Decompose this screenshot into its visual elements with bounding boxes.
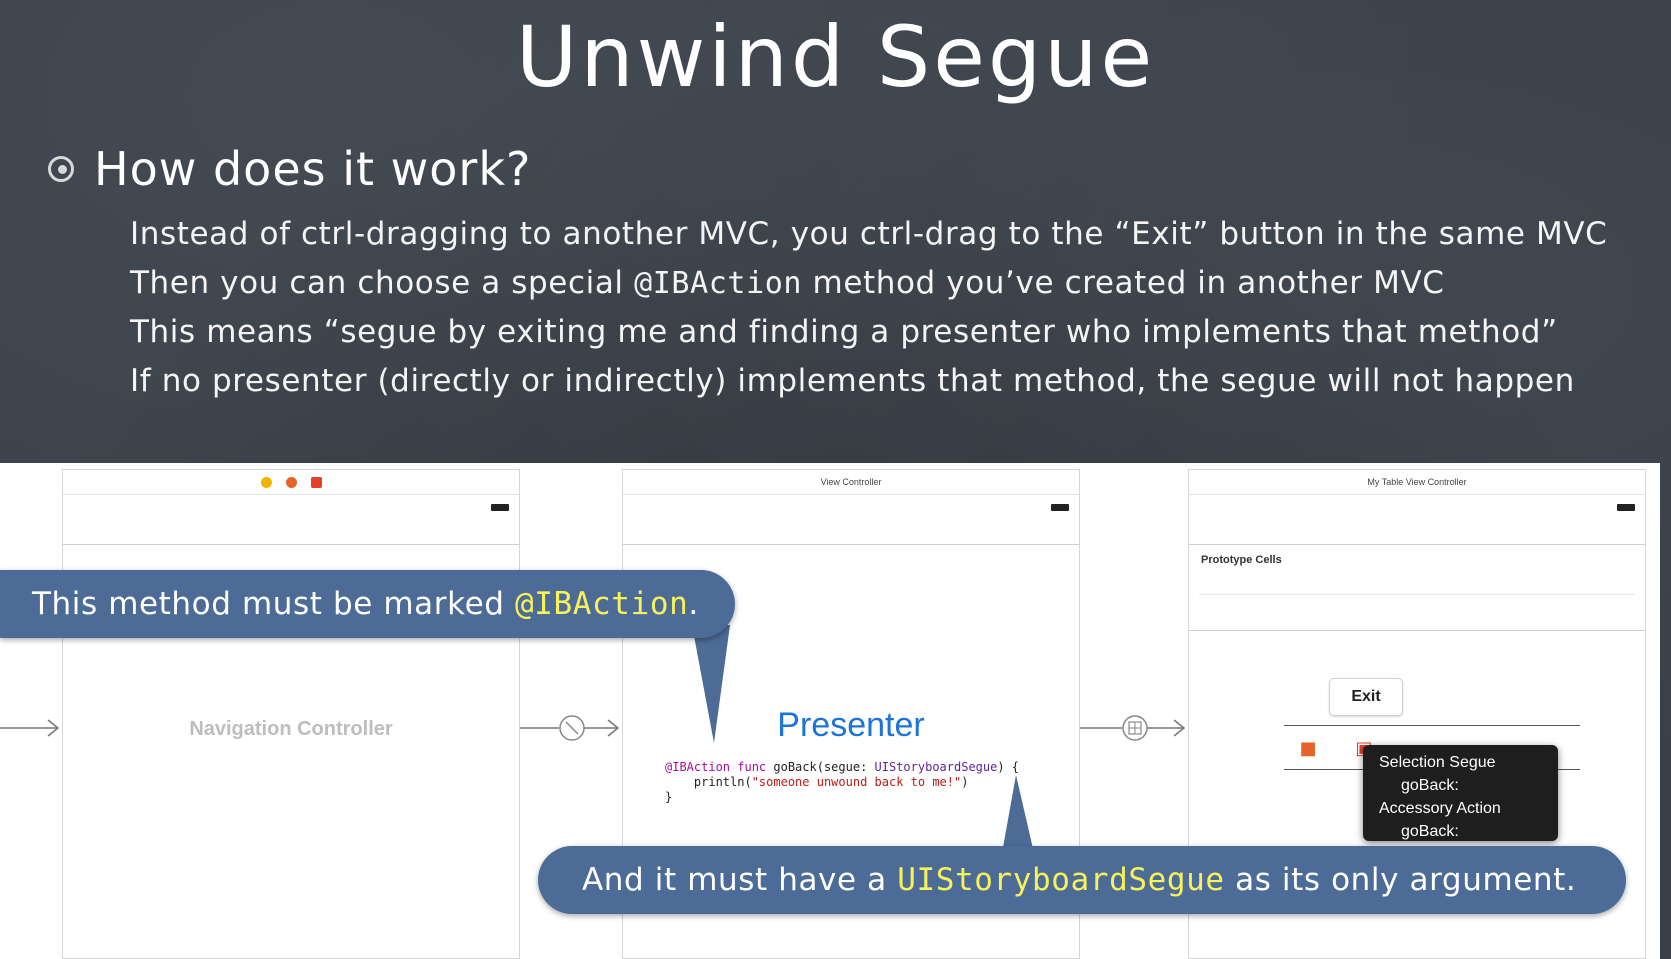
code-type: UIStoryboardSegue [874, 760, 998, 774]
code-brace: ) { [997, 760, 1020, 774]
point-4: If no presenter (directly or indirectly)… [130, 363, 1575, 399]
navigation-bar [1189, 494, 1645, 545]
callout-bottom-before: And it must have a [582, 862, 898, 898]
battery-icon [491, 504, 509, 511]
popup-item-goback-selection[interactable]: goBack: [1363, 774, 1558, 797]
object-icon[interactable] [285, 476, 297, 488]
prototype-cell-divider [1199, 594, 1635, 595]
slide-heading: How does it work? [94, 142, 532, 196]
popup-item-goback-accessory[interactable]: goBack: [1363, 820, 1558, 843]
view-controller-header[interactable]: View Controller [623, 470, 1079, 495]
code-signature: goBack(segue: [766, 760, 875, 774]
prototype-cells-label: Prototype Cells [1201, 554, 1282, 566]
table-divider [1189, 630, 1645, 631]
code-close-brace: } [665, 790, 673, 804]
popup-section-selection-segue: Selection Segue [1379, 754, 1496, 771]
callout-top-after: . [688, 586, 699, 622]
point-1: Instead of ctrl-dragging to another MVC,… [130, 216, 1608, 252]
code-keyword: @IBAction func [665, 760, 767, 774]
entry-arrow-icon [0, 719, 60, 737]
exit-icon[interactable] [310, 476, 322, 488]
point-2-code: @IBAction [634, 266, 803, 301]
code-snippet: @IBAction func goBack(segue: UIStoryboar… [665, 760, 1019, 805]
callout-uistoryboardsegue: And it must have a UIStoryboardSegue as … [538, 846, 1626, 914]
callout-bottom-highlight: UIStoryboardSegue [897, 862, 1225, 898]
callout-top-before: This method must be marked [32, 586, 515, 622]
battery-icon [1617, 504, 1635, 511]
callout-top-pointer [692, 625, 730, 743]
dock-line-top [1284, 725, 1580, 726]
popup-section-accessory-action: Accessory Action [1379, 800, 1501, 817]
point-2: Then you can choose a special @IBAction … [130, 259, 1607, 308]
callout-ibaction: This method must be marked @IBAction. [0, 570, 735, 638]
point-2-after: method you’ve created in another MVC [802, 265, 1445, 301]
navigation-bar [623, 494, 1079, 545]
callout-bottom-after: as its only argument. [1224, 862, 1577, 898]
scene-dock [63, 470, 519, 495]
navigation-controller-label: Navigation Controller [189, 718, 393, 740]
battery-icon [1051, 504, 1069, 511]
scene-dock-icons [260, 476, 322, 488]
bullet-heading-row: How does it work? [48, 142, 531, 196]
point-3: This means “segue by exiting me and find… [130, 314, 1558, 350]
code-call-end: ) [961, 775, 969, 789]
segue-popup-menu: Selection Segue goBack: Accessory Action… [1363, 745, 1558, 841]
slide-title: Unwind Segue [515, 8, 1156, 106]
relationship-segue-icon[interactable] [520, 713, 622, 743]
callout-bottom-pointer [1002, 775, 1034, 853]
code-call: println( [665, 775, 752, 789]
view-controller-cube-icon[interactable]: ■ [1299, 740, 1317, 758]
status-bar-area [63, 494, 519, 545]
first-responder-icon[interactable] [260, 476, 272, 488]
exit-tooltip: Exit [1329, 678, 1403, 716]
show-segue-icon[interactable] [1080, 713, 1188, 743]
callout-top-highlight: @IBAction [514, 586, 689, 622]
navigation-controller-scene[interactable]: Navigation Controller [62, 469, 520, 959]
point-2-before: Then you can choose a special [130, 265, 635, 301]
bullet-points: Instead of ctrl-dragging to another MVC,… [130, 210, 1607, 406]
code-string: "someone unwound back to me!" [751, 775, 962, 789]
table-view-controller-header[interactable]: My Table View Controller [1189, 470, 1645, 495]
bullet-icon [48, 156, 74, 182]
